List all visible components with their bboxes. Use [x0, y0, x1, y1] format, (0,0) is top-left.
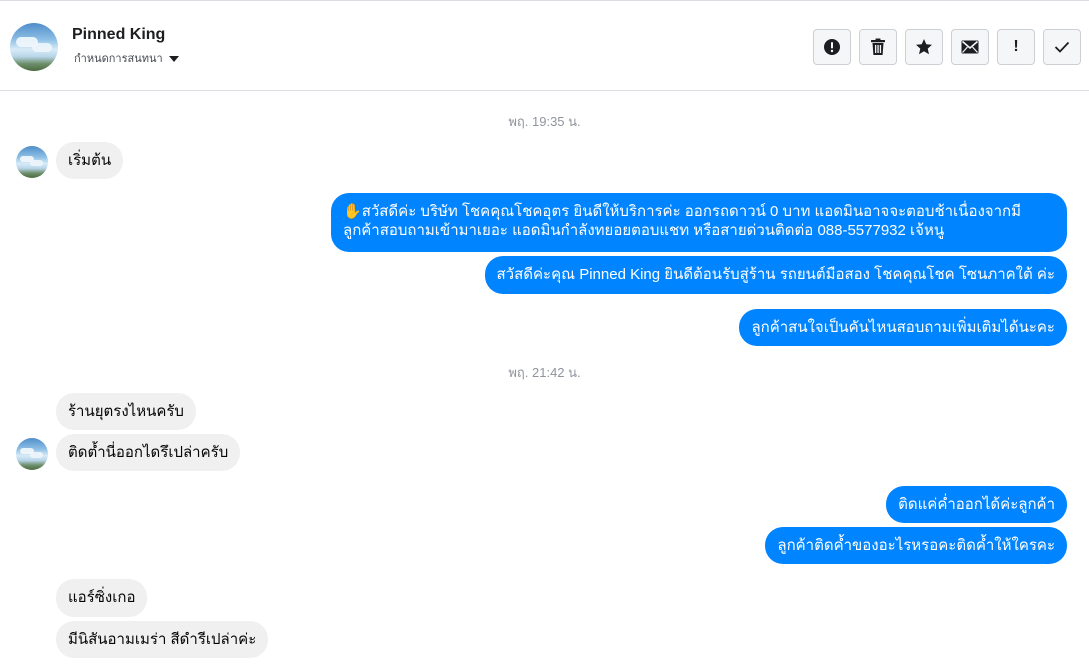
message-thread[interactable]: พฤ. 19:35 น. เริ่มต้น ✋สวัสดีค่ะ บริษัท …: [0, 92, 1089, 668]
message-bubble-outgoing[interactable]: ติดแค่ค่ำออกได้ค่ะลูกค้า: [886, 486, 1067, 523]
trash-icon: [871, 38, 885, 55]
exclamation-icon: !: [1013, 38, 1019, 55]
alert-circle-icon: [824, 39, 840, 55]
message-bubble-incoming[interactable]: แอร์ซิ่งเกอ: [56, 579, 148, 617]
mark-unread-button[interactable]: [951, 29, 989, 65]
delete-button[interactable]: [859, 29, 897, 65]
customer-avatar: [16, 438, 48, 470]
message-line: ลูกค้าสอบถามเข้ามาเยอะ แอดมินกำลังทยอยตอ…: [343, 222, 945, 239]
message-bubble-outgoing[interactable]: ลูกค้าสนใจเป็นคันไหนสอบถามเพิ่มเติมได้นะ…: [739, 309, 1067, 346]
raised-hand-emoji: ✋: [343, 203, 362, 220]
follow-up-button[interactable]: !: [997, 29, 1035, 65]
customer-avatar: [16, 146, 48, 178]
message-line: สวัสดีค่ะ บริษัท โชคคุณโชคอุตร ยินดีให้บ…: [361, 203, 1021, 220]
message-bubble-outgoing[interactable]: ✋สวัสดีค่ะ บริษัท โชคคุณโชคอุตร ยินดีให้…: [331, 193, 1067, 252]
timestamp: พฤ. 19:35 น.: [508, 114, 581, 129]
message-bubble-outgoing[interactable]: สวัสดีค่ะคุณ Pinned King ยินดีต้อนรับสู่…: [484, 256, 1067, 294]
conversation-toolbar: !: [813, 29, 1081, 65]
message-bubble-incoming[interactable]: ติดต้ำนี่ออกไดรึเปล่าครับ: [56, 434, 241, 471]
assign-conversation-label: กำหนดการสนทนา: [74, 53, 163, 65]
assign-conversation-dropdown[interactable]: กำหนดการสนทนา: [74, 49, 179, 67]
mark-spam-button[interactable]: [813, 29, 851, 65]
message-bubble-outgoing[interactable]: ลูกค้าติดค้ำของอะไรหรอคะติดค้ำให้ใครคะ: [765, 527, 1067, 564]
contact-name[interactable]: Pinned King: [72, 26, 165, 44]
message-bubble-incoming[interactable]: มีนิสันอามเมร่า สีดำรีเปล่าค่ะ: [56, 621, 269, 658]
star-icon: [916, 39, 932, 55]
caret-down-icon: [168, 55, 179, 62]
mark-done-button[interactable]: [1043, 29, 1081, 65]
message-bubble-incoming[interactable]: ร้านยุตรงไหนครับ: [56, 393, 196, 430]
message-bubble-incoming[interactable]: เริ่มต้น: [56, 142, 124, 179]
checkmark-icon: [1054, 41, 1070, 53]
star-button[interactable]: [905, 29, 943, 65]
timestamp: พฤ. 21:42 น.: [508, 365, 581, 380]
contact-avatar[interactable]: [10, 23, 58, 71]
envelope-icon: [961, 40, 979, 54]
conversation-header: Pinned King กำหนดการสนทนา !: [0, 3, 1089, 91]
